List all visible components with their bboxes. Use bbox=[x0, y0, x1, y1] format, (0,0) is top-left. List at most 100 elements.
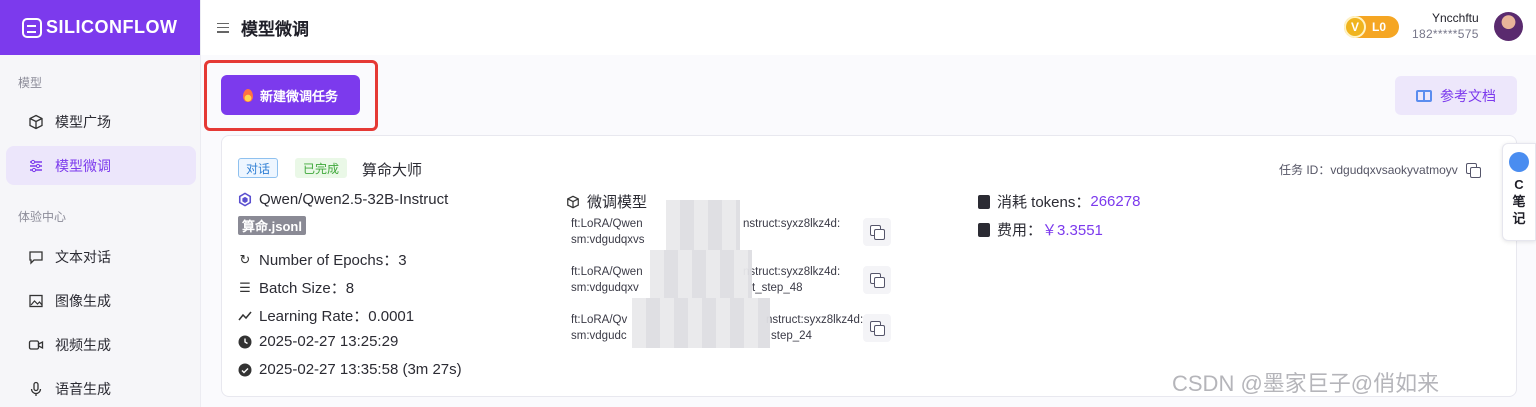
notes-widget[interactable]: C 笔 记 bbox=[1502, 143, 1536, 241]
menu-collapse-icon[interactable] bbox=[217, 22, 229, 33]
fire-icon bbox=[242, 88, 253, 102]
task-type-tag: 对话 bbox=[238, 158, 279, 178]
redaction-mosaic bbox=[650, 250, 752, 298]
finetuned-model-1-line1-tail: nstruct:syxz8lkz4d: bbox=[743, 218, 841, 230]
redaction-mosaic bbox=[666, 200, 740, 250]
finetuned-model-1-line2: sm:vdgudqxvs bbox=[571, 234, 645, 246]
clock-icon bbox=[238, 335, 252, 349]
task-status-tag: 已完成 bbox=[295, 158, 348, 178]
finetuned-model-title: 微调模型 bbox=[566, 191, 647, 212]
sidebar-item-video-gen[interactable]: 视频生成 bbox=[6, 325, 196, 364]
sidebar-item-label: 视频生成 bbox=[55, 336, 111, 353]
watermark: CSDN @墨家巨子@俏如来 bbox=[1172, 371, 1440, 396]
fee-label: 费用： bbox=[997, 222, 1043, 239]
finetuned-model-label: 微调模型 bbox=[587, 194, 648, 211]
copy-button[interactable] bbox=[863, 266, 891, 294]
notes-text-2: 记 bbox=[1512, 211, 1526, 226]
created-at: 2025-02-27 13:25:29 bbox=[238, 333, 398, 350]
tokens-usage: 消耗 tokens： 266278 bbox=[978, 191, 1140, 212]
token-icon bbox=[978, 194, 990, 209]
finished-at-text: 2025-02-27 13:35:58 (3m 27s) bbox=[259, 361, 462, 378]
task-id-value: vdgudqxvsaokyvatmoyv bbox=[1330, 162, 1458, 177]
note-pen-icon bbox=[1509, 152, 1529, 172]
copy-button[interactable] bbox=[863, 218, 891, 246]
finetuned-model-2-line2-tail: t_step_48 bbox=[752, 282, 803, 294]
finetuned-model-3-line2-tail: step_24 bbox=[771, 330, 812, 342]
finished-at: 2025-02-27 13:35:58 (3m 27s) bbox=[238, 361, 462, 378]
sidebar-item-label: 图像生成 bbox=[55, 292, 111, 309]
base-model: Qwen/Qwen2.5-32B-Instruct bbox=[238, 191, 448, 208]
epochs: ↻ Number of Epochs：3 bbox=[238, 249, 407, 270]
notes-text-1: 笔 bbox=[1512, 194, 1526, 209]
finetuned-model-2-line2: sm:vdgudqxv bbox=[571, 282, 639, 294]
logo[interactable]: SILICONFLOW bbox=[0, 0, 200, 55]
finetuned-model-1-line1: ft:LoRA/Qwen bbox=[571, 218, 643, 230]
vip-icon: V bbox=[1344, 16, 1366, 38]
notes-letter: C bbox=[1514, 177, 1524, 192]
dataset-file-tag[interactable]: 算命.jsonl bbox=[238, 216, 306, 235]
mic-icon bbox=[28, 381, 44, 397]
copy-icon bbox=[870, 225, 885, 240]
reference-docs-button[interactable]: 参考文档 bbox=[1395, 76, 1517, 115]
qwen-logo-icon bbox=[238, 192, 252, 207]
book-icon bbox=[1416, 89, 1432, 102]
section-label-experience: 体验中心 bbox=[18, 210, 67, 224]
finetuned-model-2-line1-tail: nstruct:syxz8lkz4d: bbox=[743, 266, 841, 278]
copy-button[interactable] bbox=[863, 314, 891, 342]
avatar[interactable] bbox=[1494, 12, 1523, 41]
tokens-label: 消耗 tokens： bbox=[997, 194, 1091, 211]
sidebar-item-model-square[interactable]: 模型广场 bbox=[6, 102, 196, 141]
section-label-model: 模型 bbox=[18, 76, 43, 90]
finetuned-model-3-line1-tail: nstruct:syxz8lkz4d: bbox=[766, 314, 864, 326]
created-at-text: 2025-02-27 13:25:29 bbox=[259, 333, 399, 350]
learning-rate-text: Learning Rate：0.0001 bbox=[259, 308, 415, 325]
batch-size-text: Batch Size：8 bbox=[259, 280, 355, 297]
sidebar-item-label: 文本对话 bbox=[55, 248, 111, 265]
logo-text: SILICONFLOW bbox=[46, 17, 178, 37]
level-badge[interactable]: V L0 bbox=[1344, 16, 1399, 38]
video-icon bbox=[28, 337, 44, 353]
finetuned-model-3-line1: ft:LoRA/Qv bbox=[571, 314, 628, 326]
tokens-value: 266278 bbox=[1090, 193, 1141, 210]
copy-icon bbox=[870, 273, 885, 288]
sidebar-item-label: 模型广场 bbox=[55, 113, 111, 130]
user-name: Yncchftu bbox=[1432, 11, 1479, 25]
user-phone: 182*****575 bbox=[1412, 27, 1479, 41]
siliconflow-logo-icon bbox=[22, 17, 42, 38]
finetuned-model-3-line2: sm:vdgudc bbox=[571, 330, 627, 342]
task-id-label: 任务 ID： bbox=[1279, 163, 1331, 177]
fee-value: ￥3.3551 bbox=[1042, 222, 1103, 239]
sidebar-item-model-finetune[interactable]: 模型微调 bbox=[6, 146, 196, 185]
learning-rate: Learning Rate：0.0001 bbox=[238, 305, 414, 326]
sidebar-item-speech-gen[interactable]: 语音生成 bbox=[6, 369, 196, 407]
batch-size: ☰ Batch Size：8 bbox=[238, 277, 354, 298]
sidebar: SILICONFLOW 模型 模型广场 模型微调 体验中心 文本对话 图像生成 … bbox=[0, 0, 201, 407]
copy-icon[interactable] bbox=[1465, 162, 1481, 178]
cube-icon bbox=[566, 195, 580, 209]
level-text: L0 bbox=[1372, 20, 1387, 34]
refresh-icon: ↻ bbox=[239, 251, 251, 267]
cube-icon bbox=[28, 114, 44, 130]
docs-label: 参考文档 bbox=[1440, 87, 1496, 104]
new-finetune-task-button[interactable]: 新建微调任务 bbox=[221, 75, 360, 115]
top-header: 模型微调 bbox=[201, 0, 1536, 55]
fee: 费用： ￥3.3551 bbox=[978, 219, 1103, 240]
sidebar-item-image-gen[interactable]: 图像生成 bbox=[6, 281, 196, 320]
wallet-icon bbox=[978, 222, 990, 237]
list-icon: ☰ bbox=[239, 279, 251, 295]
sliders-icon bbox=[28, 158, 44, 174]
task-id: 任务 ID： vdgudqxvsaokyvatmoyv bbox=[1279, 161, 1481, 178]
sidebar-item-label: 模型微调 bbox=[55, 157, 111, 174]
task-name: 算命大师 bbox=[362, 162, 423, 179]
redaction-mosaic bbox=[632, 298, 770, 348]
sidebar-item-text-chat[interactable]: 文本对话 bbox=[6, 237, 196, 276]
new-task-label: 新建微调任务 bbox=[259, 88, 338, 104]
finetuned-model-2-line1: ft:LoRA/Qwen bbox=[571, 266, 643, 278]
chat-icon bbox=[28, 249, 44, 265]
page-title: 模型微调 bbox=[241, 20, 309, 39]
sidebar-item-label: 语音生成 bbox=[55, 380, 111, 397]
clock-check-icon bbox=[238, 363, 252, 377]
epochs-text: Number of Epochs：3 bbox=[259, 252, 407, 269]
trend-icon bbox=[238, 309, 252, 323]
image-icon bbox=[28, 293, 44, 309]
